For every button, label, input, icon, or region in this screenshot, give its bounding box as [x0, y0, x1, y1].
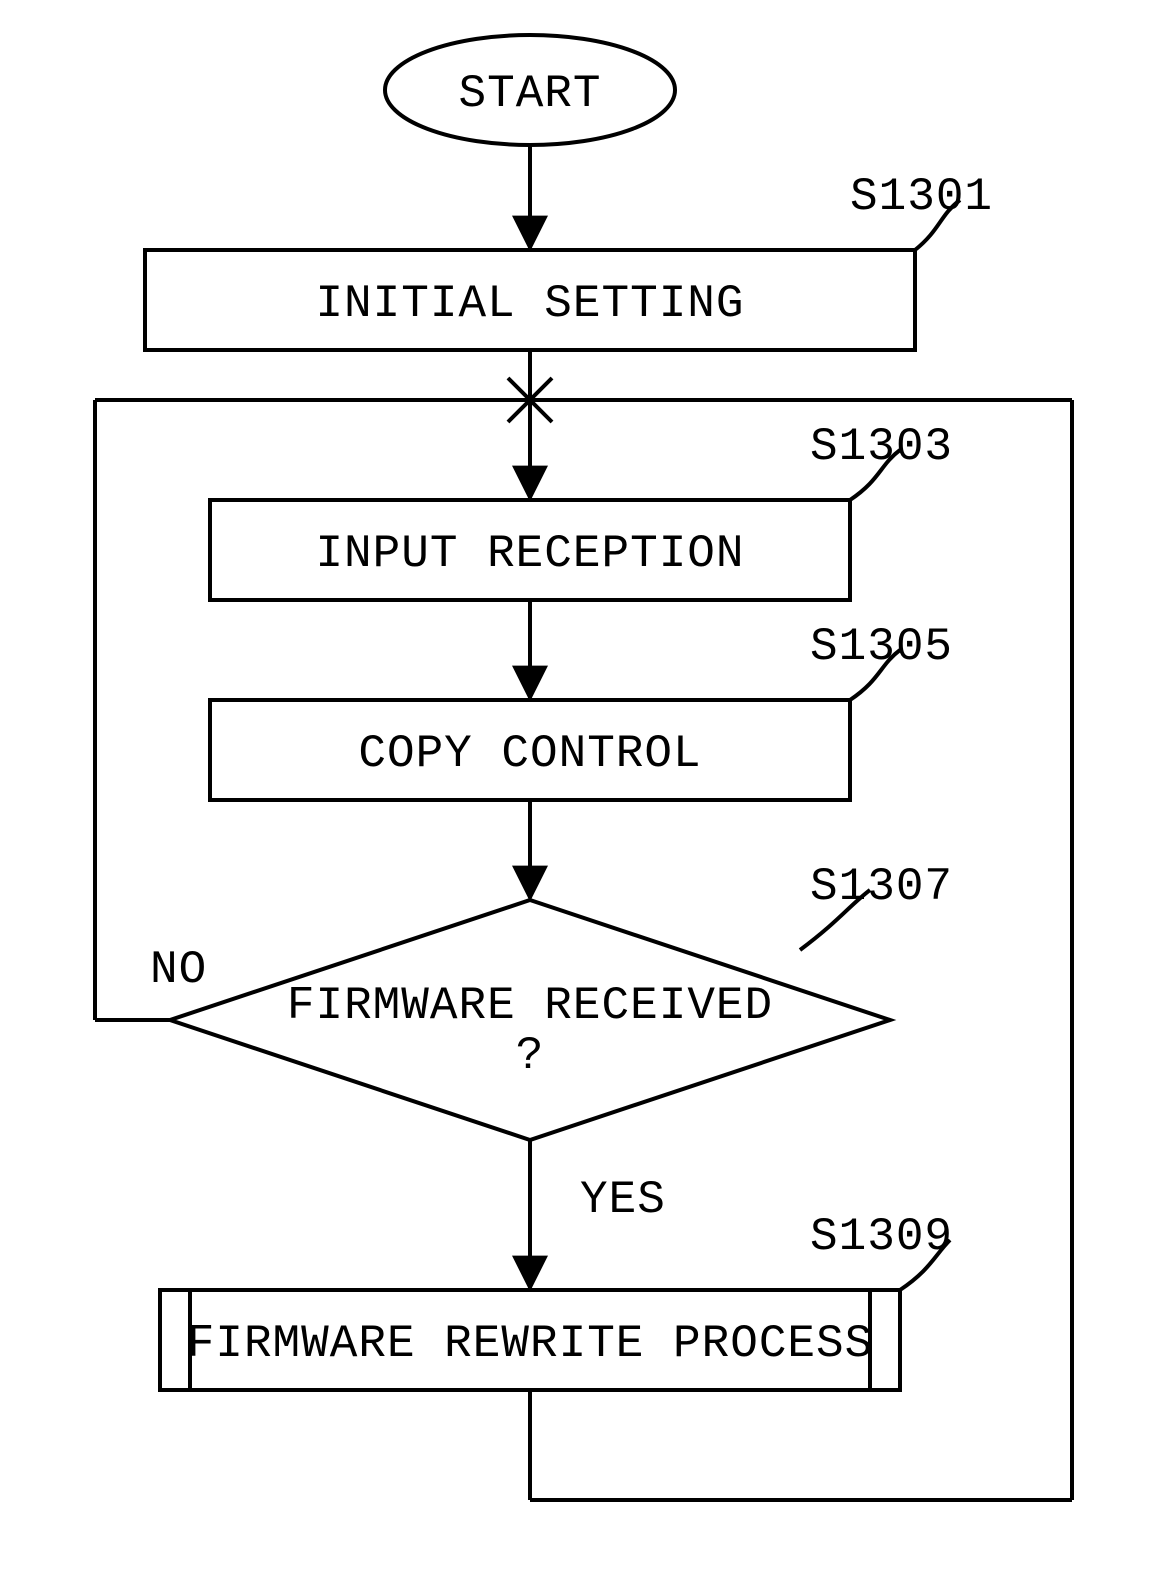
s1309-tag: S1309 [810, 1211, 953, 1263]
s1301-tag: S1301 [850, 171, 993, 223]
start-label: START [458, 68, 601, 120]
yes-label: YES [580, 1174, 666, 1226]
s1303-tag: S1303 [810, 421, 953, 473]
s1305-label: COPY CONTROL [358, 728, 701, 780]
s1301-label: INITIAL SETTING [315, 278, 744, 330]
s1309-label: FIRMWARE REWRITE PROCESS [187, 1318, 874, 1370]
s1305-tag: S1305 [810, 621, 953, 673]
s1307-label-2: ? [516, 1030, 545, 1082]
no-label: NO [150, 944, 207, 996]
s1307-label-1: FIRMWARE RECEIVED [287, 980, 773, 1032]
s1307-tag: S1307 [810, 861, 953, 913]
s1303-label: INPUT RECEPTION [315, 528, 744, 580]
